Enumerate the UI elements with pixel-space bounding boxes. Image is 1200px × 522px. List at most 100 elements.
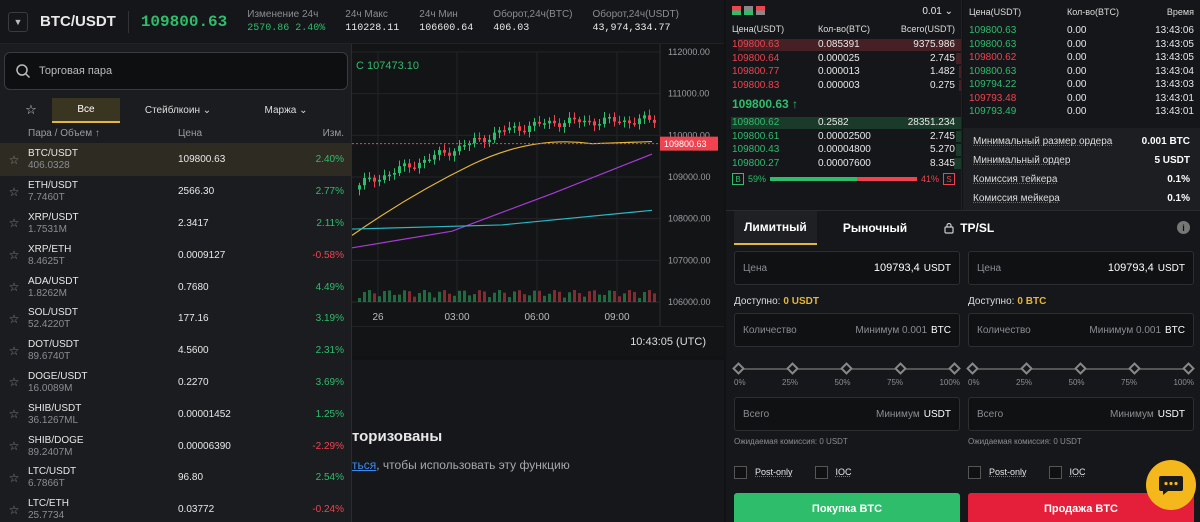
trade-time: 13:43:01 [1155, 92, 1194, 104]
favorites-star-icon[interactable]: ☆ [14, 102, 48, 118]
star-icon[interactable]: ☆ [0, 375, 28, 389]
tab-tpsl[interactable]: TP/SL [933, 211, 1004, 245]
post-only-checkbox[interactable] [968, 465, 981, 479]
search-input[interactable] [39, 65, 319, 77]
ask-row[interactable]: 109800.64 0.000025 2.745 [726, 52, 961, 66]
stat-value: 106600.64 [419, 23, 474, 34]
sell-amount-slider[interactable]: 0% 25% 50% 75% 100% [966, 361, 1195, 391]
y-tick-label: 107000.00 [668, 255, 711, 265]
market-row[interactable]: ☆ SHIB/DOGE 89.2407M 0.00006390 -2.29% [0, 430, 352, 462]
star-icon[interactable]: ☆ [0, 312, 28, 326]
search-box[interactable] [4, 52, 348, 90]
star-icon[interactable]: ☆ [0, 407, 28, 421]
candlestick-chart[interactable]: 112000.00111000.00110000.00109000.001080… [352, 44, 724, 326]
tab-market[interactable]: Рыночный [833, 211, 917, 245]
buy-price-value[interactable]: 109793,4 [874, 262, 920, 274]
book-view-both-icon[interactable] [732, 6, 744, 18]
sell-total-field[interactable]: Всего Минимум USDT [968, 397, 1194, 431]
volume-bar [623, 293, 626, 302]
star-icon[interactable]: ☆ [0, 503, 28, 517]
ask-row[interactable]: 109800.63 0.085391 9375.986 [726, 38, 961, 52]
tab-all[interactable]: Все [52, 97, 120, 123]
slider-step-3[interactable] [894, 362, 907, 375]
market-row[interactable]: ☆ LTC/ETH 25.7734 0.03772 -0.24% [0, 494, 352, 522]
x-tick-label: 09:00 [604, 312, 629, 323]
book-view-bids-icon[interactable] [744, 6, 756, 18]
slider-step-2[interactable] [1074, 362, 1087, 375]
market-row[interactable]: ☆ LTC/USDT 6.7866T 96.80 2.54% [0, 462, 352, 494]
slider-step-0[interactable] [966, 362, 979, 375]
ioc-label: IOC [835, 467, 852, 477]
star-icon[interactable]: ☆ [0, 344, 28, 358]
volume-bar [358, 298, 361, 302]
market-row[interactable]: ☆ XRP/USDT 1.7531M 2.3417 2.11% [0, 208, 352, 240]
volume-bar [608, 290, 611, 302]
market-row[interactable]: ☆ BTC/USDT 406.0328 109800.63 2.40% [0, 144, 352, 176]
star-icon[interactable]: ☆ [0, 439, 28, 453]
buy-amount-slider[interactable]: 0% 25% 50% 75% 100% [732, 361, 961, 391]
sell-qty-field[interactable]: Количество Минимум 0.001 BTC [968, 313, 1194, 347]
column-pair-volume[interactable]: Пара / Объем ↑ [28, 128, 178, 139]
tab-stablecoin[interactable]: Стейблкоин ⌄ [120, 99, 236, 122]
star-icon[interactable]: ☆ [0, 471, 28, 485]
chat-support-button[interactable] [1146, 460, 1196, 510]
star-icon[interactable]: ☆ [0, 216, 28, 230]
star-icon[interactable]: ☆ [0, 153, 28, 167]
ioc-checkbox[interactable] [814, 465, 828, 479]
slider-step-4[interactable] [948, 362, 961, 375]
market-row[interactable]: ☆ ETH/USDT 7.7460T 2566.30 2.77% [0, 176, 352, 208]
buy-total-field[interactable]: Всего Минимум USDT [734, 397, 960, 431]
pair-name: XRP/USDT [28, 211, 79, 223]
tab-limit[interactable]: Лимитный [734, 211, 817, 245]
post-only-checkbox[interactable] [734, 465, 747, 479]
slider-step-4[interactable] [1182, 362, 1195, 375]
pair-change: 2.31% [315, 345, 344, 357]
market-row[interactable]: ☆ SHIB/USDT 36.1267ML 0.00001452 1.25% [0, 398, 352, 430]
star-icon[interactable]: ☆ [0, 185, 28, 199]
book-price: 109800.63 [732, 39, 780, 51]
slider-step-3[interactable] [1128, 362, 1141, 375]
ask-row[interactable]: 109800.77 0.000013 1.482 [726, 65, 961, 79]
ioc-checkbox[interactable] [1048, 465, 1062, 479]
bid-row[interactable]: 109800.62 0.2582 28351.234 [726, 116, 961, 130]
slider-step-1[interactable] [786, 362, 799, 375]
market-column-headers: Пара / Объем ↑ Цена Изм. [0, 124, 352, 144]
market-row[interactable]: ☆ XRP/ETH 8.4625T 0.0009127 -0.58% [0, 239, 352, 271]
candle-body [538, 121, 541, 124]
market-row[interactable]: ☆ DOGE/USDT 16.0089M 0.2270 3.69% [0, 367, 352, 399]
buy-price-field[interactable]: Цена 109793,4 USDT [734, 251, 960, 285]
market-row[interactable]: ☆ ADA/USDT 1.8262M 0.7680 4.49% [0, 271, 352, 303]
market-panel: ☆ Все Стейблкоин ⌄ Маржа ⌄ Пара / Объем … [0, 44, 352, 522]
buy-button[interactable]: Покупка BTC [734, 493, 960, 522]
sell-price-field[interactable]: Цена 109793,4 USDT [968, 251, 1194, 285]
pair-dropdown-button[interactable]: ▼ [8, 11, 28, 32]
bid-row[interactable]: 109800.27 0.00007600 8.345 [726, 157, 961, 171]
price-chart[interactable]: 112000.00 111000.00 110000.00 109000.00 1080… [352, 44, 724, 356]
candle-body [368, 177, 371, 180]
volume-bar [613, 291, 616, 302]
slider-step-2[interactable] [840, 362, 853, 375]
buy-qty-field[interactable]: Количество Минимум 0.001 BTC [734, 313, 960, 347]
auth-notice-area: торизованы ться, чтобы использовать эту … [352, 360, 724, 522]
tick-size-select[interactable]: 0.01 ⌄ [922, 6, 953, 17]
column-change[interactable]: Изм. [288, 128, 344, 139]
limit-label: Комиссия тейкера [973, 174, 1058, 185]
bid-row[interactable]: 109800.43 0.00004800 5.270 [726, 143, 961, 157]
ask-row[interactable]: 109800.83 0.000003 0.275 [726, 79, 961, 93]
pair-volume: 89.6740T [28, 351, 71, 363]
column-price[interactable]: Цена [178, 128, 288, 139]
pair-cell: XRP/USDT 1.7531M [28, 212, 178, 235]
market-row[interactable]: ☆ DOT/USDT 89.6740T 4.5600 2.31% [0, 335, 352, 367]
star-icon[interactable]: ☆ [0, 280, 28, 294]
slider-step-0[interactable] [732, 362, 745, 375]
star-icon[interactable]: ☆ [0, 248, 28, 262]
bid-row[interactable]: 109800.61 0.00002500 2.745 [726, 130, 961, 144]
sell-price-value[interactable]: 109793,4 [1108, 262, 1154, 274]
login-link[interactable]: ться [352, 458, 376, 472]
slider-step-1[interactable] [1020, 362, 1033, 375]
tab-margin[interactable]: Маржа ⌄ [236, 99, 336, 122]
stat-value: 406.03 [493, 23, 530, 34]
market-row[interactable]: ☆ SOL/USDT 52.4220T 177.16 3.19% [0, 303, 352, 335]
book-view-asks-icon[interactable] [756, 6, 768, 18]
info-icon[interactable]: i [1177, 221, 1190, 234]
